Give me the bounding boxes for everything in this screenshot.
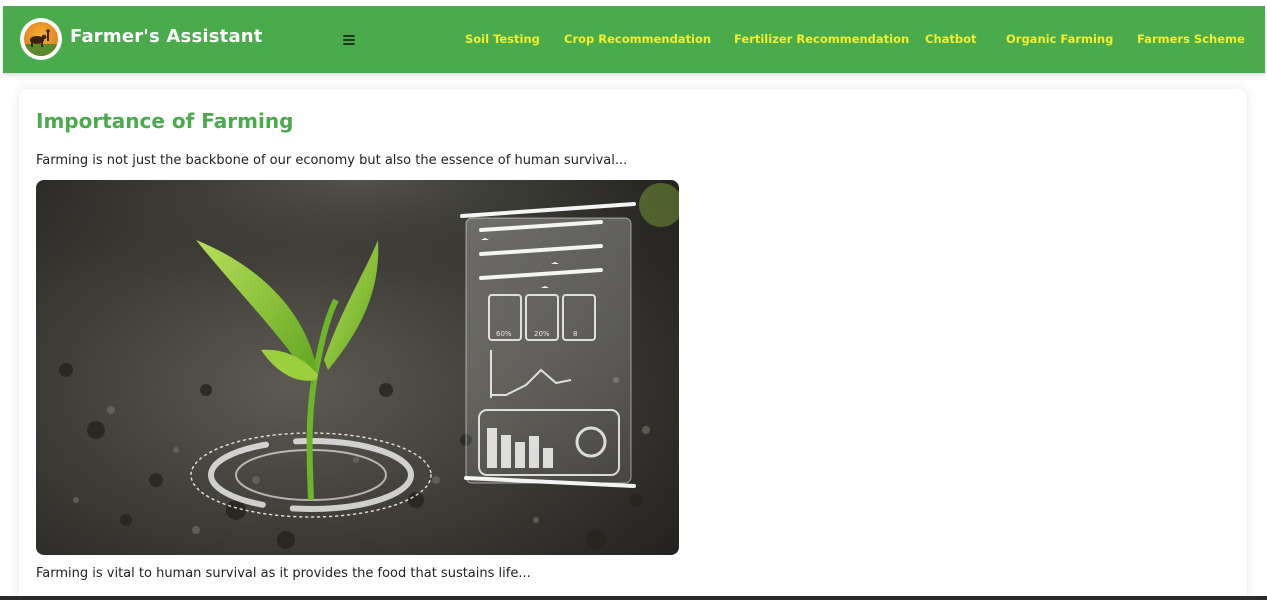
farming-hero-image: 60% 20% 8 xyxy=(36,180,679,555)
nav-link-farmers-scheme[interactable]: Farmers Scheme xyxy=(1137,32,1245,46)
intro-text: Farming is not just the backbone of our … xyxy=(36,153,628,168)
section-title: Importance of Farming xyxy=(36,109,294,133)
content-card: Importance of Farming Farming is not jus… xyxy=(19,89,1247,600)
window-bottom-edge xyxy=(0,596,1267,600)
readout-wind: 8 xyxy=(573,330,577,338)
nav-links: Soil Testing Crop Recommendation Fertili… xyxy=(3,32,1265,48)
nav-link-organic-farming[interactable]: Organic Farming xyxy=(1006,32,1113,46)
closing-text: Farming is vital to human survival as it… xyxy=(36,566,531,581)
nav-link-crop-recommendation[interactable]: Crop Recommendation xyxy=(564,32,711,46)
top-navbar: Farmer's Assistant Soil Testing Crop Rec… xyxy=(3,6,1265,73)
readout-temperature: 20% xyxy=(534,330,550,338)
readout-moisture: 60% xyxy=(496,330,512,338)
nav-link-chatbot[interactable]: Chatbot xyxy=(925,32,977,46)
seedling-smart-farming-illustration: 60% 20% 8 xyxy=(36,180,679,555)
nav-link-fertilizer-recommendation[interactable]: Fertilizer Recommendation xyxy=(734,32,909,46)
nav-link-soil-testing[interactable]: Soil Testing xyxy=(465,32,540,46)
